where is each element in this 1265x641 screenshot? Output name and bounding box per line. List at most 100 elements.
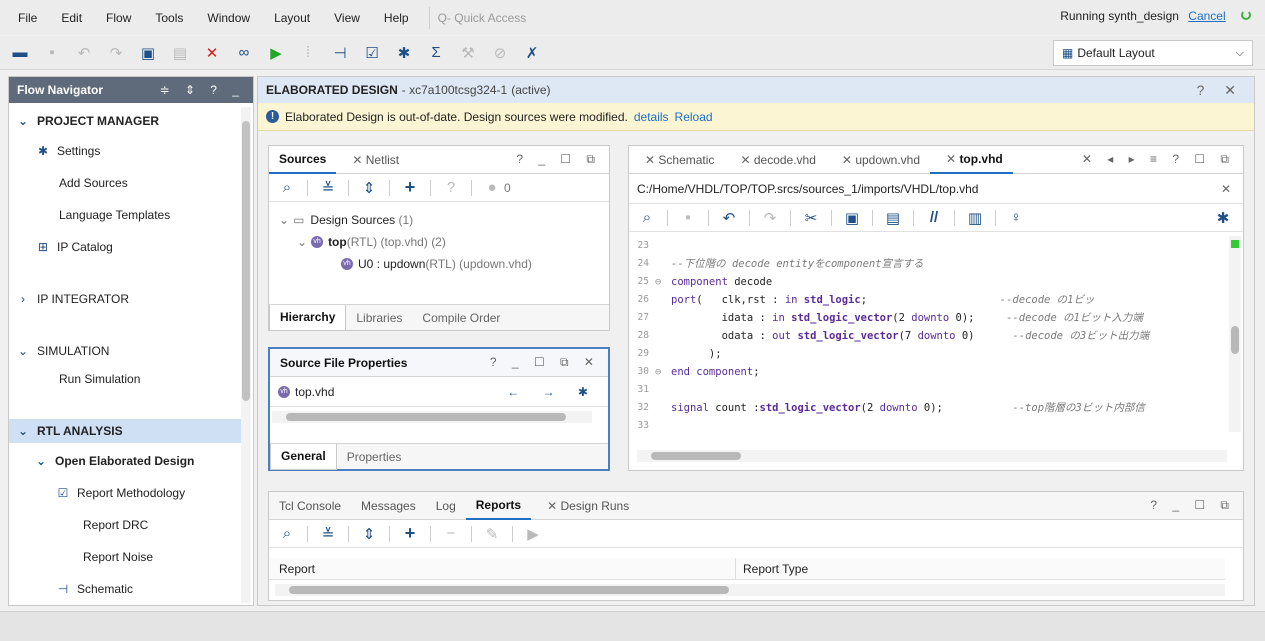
scrollbar-thumb[interactable] — [286, 413, 566, 421]
search-icon[interactable]: ⌕ — [277, 524, 297, 544]
close-icon[interactable]: ✕ — [740, 153, 750, 167]
menu-tools[interactable]: Tools — [149, 11, 189, 25]
tab-log[interactable]: Log — [426, 492, 466, 520]
close-icon[interactable]: ✕ — [946, 152, 956, 166]
scrollbar-thumb[interactable] — [651, 452, 741, 460]
nav-settings[interactable]: ✱ Settings — [9, 139, 241, 163]
nav-language-templates[interactable]: Language Templates — [9, 203, 241, 227]
redo-icon[interactable]: ↷ — [106, 43, 126, 63]
reload-link[interactable]: Reload — [675, 110, 713, 124]
comment-icon[interactable]: // — [924, 208, 944, 228]
save-icon[interactable]: ▪ — [42, 43, 62, 63]
scrollbar-thumb[interactable] — [289, 586, 729, 594]
remove-icon[interactable]: − — [441, 524, 461, 544]
nav-ip-integrator[interactable]: › IP INTEGRATOR — [9, 287, 241, 311]
schematic-toolbar-icon[interactable]: ⊣ — [330, 43, 350, 63]
tab-netlist[interactable]: ✕ Netlist — [336, 146, 409, 174]
code-line[interactable]: 26 port( clk,rst : in std_logic; --decode… — [629, 292, 1095, 307]
close-icon[interactable]: ✕ — [547, 499, 557, 513]
implement-icon[interactable]: ⁞ — [298, 43, 318, 63]
panel-controls[interactable]: ? _ ☐ ⧉ ✕ — [490, 355, 600, 370]
tab-schematic[interactable]: ✕ Schematic — [629, 146, 724, 174]
code-line[interactable]: 30 ⊖ end component; — [629, 364, 760, 379]
fold-icon[interactable]: ⊖ — [655, 276, 671, 288]
code-line[interactable]: 29 ); — [629, 346, 722, 361]
code-line[interactable]: 32 signal count : std_logic_vector (2 downt… — [629, 400, 1145, 415]
tab-general[interactable]: General — [270, 443, 337, 470]
close-icon[interactable]: ✕ — [842, 153, 852, 167]
info-doc-icon[interactable]: ? — [441, 178, 461, 198]
panel-controls[interactable]: ? _ ☐ ⧉ — [516, 152, 601, 167]
properties-scrollbar[interactable] — [272, 411, 592, 423]
delete-icon[interactable]: ✕ — [202, 43, 222, 63]
window-controls[interactable]: ? ✕ — [1197, 82, 1244, 99]
close-icon[interactable]: ✕ — [1221, 182, 1231, 196]
menu-flow[interactable]: Flow — [100, 11, 137, 25]
tab-compile-order[interactable]: Compile Order — [412, 305, 510, 331]
nav-add-sources[interactable]: Add Sources — [9, 171, 241, 195]
redo-icon[interactable]: ↷ — [760, 208, 780, 228]
code-area[interactable]: 23 24 --下位階の decode entityをcomponent宣言する 25… — [629, 234, 1225, 434]
collapse-all-icon[interactable]: ≚ — [318, 178, 338, 198]
menu-file[interactable]: File — [12, 11, 43, 25]
menu-edit[interactable]: Edit — [55, 11, 88, 25]
copy-icon[interactable]: ▣ — [842, 208, 862, 228]
editor-hscroll[interactable] — [637, 450, 1227, 462]
details-link[interactable]: details — [634, 110, 669, 124]
edit-icon[interactable]: ✎ — [482, 524, 502, 544]
search-icon[interactable]: ⌕ — [277, 178, 297, 198]
expand-all-icon[interactable]: ⇕ — [359, 524, 379, 544]
nav-report-methodology[interactable]: ☑ Report Methodology — [9, 481, 241, 505]
debug-icon[interactable]: ✗ — [522, 43, 542, 63]
tree-top[interactable]: ⌄ vh top (RTL) (top.vhd) (2) — [297, 232, 446, 252]
menu-help[interactable]: Help — [378, 11, 415, 25]
layout-select[interactable]: ▦ Default Layout ⌵ — [1053, 40, 1253, 66]
tab-top-vhd[interactable]: ✕ top.vhd — [930, 146, 1013, 174]
tree-design-sources[interactable]: ⌄ ▭ Design Sources (1) — [279, 210, 413, 230]
tab-tcl-console[interactable]: Tcl Console — [269, 492, 351, 520]
nav-schematic[interactable]: ⊣ Schematic — [9, 577, 241, 601]
nav-ip-catalog[interactable]: ⊞ IP Catalog — [9, 235, 241, 259]
nav-simulation[interactable]: ⌄ SIMULATION — [9, 339, 241, 363]
open-folder-icon[interactable]: ▬ — [10, 43, 30, 63]
nav-run-simulation[interactable]: Run Simulation — [9, 367, 241, 391]
wand-icon[interactable]: ⚒ — [458, 43, 478, 63]
close-icon[interactable]: ✕ — [645, 153, 655, 167]
code-line[interactable]: 25 ⊖ component decode — [629, 274, 773, 289]
tab-properties[interactable]: Properties — [337, 444, 412, 470]
tab-messages[interactable]: Messages — [351, 492, 426, 520]
nav-arrows[interactable]: ← → ✱ — [507, 385, 598, 399]
tab-libraries[interactable]: Libraries — [346, 305, 412, 331]
column-report[interactable]: Report — [279, 562, 315, 576]
sigma-icon[interactable]: Σ — [426, 43, 446, 63]
collapse-all-icon[interactable]: ≚ — [318, 524, 338, 544]
menu-layout[interactable]: Layout — [268, 11, 316, 25]
paste-icon[interactable]: ▤ — [170, 43, 190, 63]
editor-vscroll[interactable] — [1229, 236, 1241, 432]
run-icon[interactable]: ▶ — [266, 43, 286, 63]
code-line[interactable]: 33 — [629, 418, 671, 433]
nav-open-elaborated-design[interactable]: ⌄ Open Elaborated Design — [9, 449, 241, 473]
tree-u0[interactable]: vh U0 : updown (RTL) (updown.vhd) — [341, 254, 532, 274]
cancel-link[interactable]: Cancel — [1188, 9, 1225, 23]
pencil-icon[interactable]: ⊘ — [490, 43, 510, 63]
run-icon[interactable]: ▶ — [523, 524, 543, 544]
columns-icon[interactable]: ▥ — [965, 208, 985, 228]
fold-icon[interactable]: ⊖ — [655, 366, 671, 378]
tab-decode-vhd[interactable]: ✕ decode.vhd — [724, 146, 825, 174]
search-icon[interactable]: ⌕ — [637, 208, 657, 228]
tab-updown-vhd[interactable]: ✕ updown.vhd — [826, 146, 930, 174]
reports-hscroll[interactable] — [275, 584, 1225, 596]
save-icon[interactable]: ▪ — [678, 208, 698, 228]
code-line[interactable]: 24 --下位階の decode entityをcomponent宣言する — [629, 256, 924, 271]
copy-icon[interactable]: ▣ — [138, 43, 158, 63]
expand-all-icon[interactable]: ⇕ — [359, 178, 379, 198]
code-line[interactable]: 31 — [629, 382, 671, 397]
tab-hierarchy[interactable]: Hierarchy — [269, 304, 347, 331]
close-icon[interactable]: ✕ — [352, 153, 362, 167]
settings-icon[interactable]: ✱ — [394, 43, 414, 63]
paste-icon[interactable]: ▤ — [883, 208, 903, 228]
lightbulb-icon[interactable]: ♀ — [1006, 208, 1026, 228]
code-line[interactable]: 27 idata : in std_logic_vector (2 downto … — [629, 310, 1143, 325]
scrollbar-thumb[interactable] — [1231, 326, 1239, 354]
